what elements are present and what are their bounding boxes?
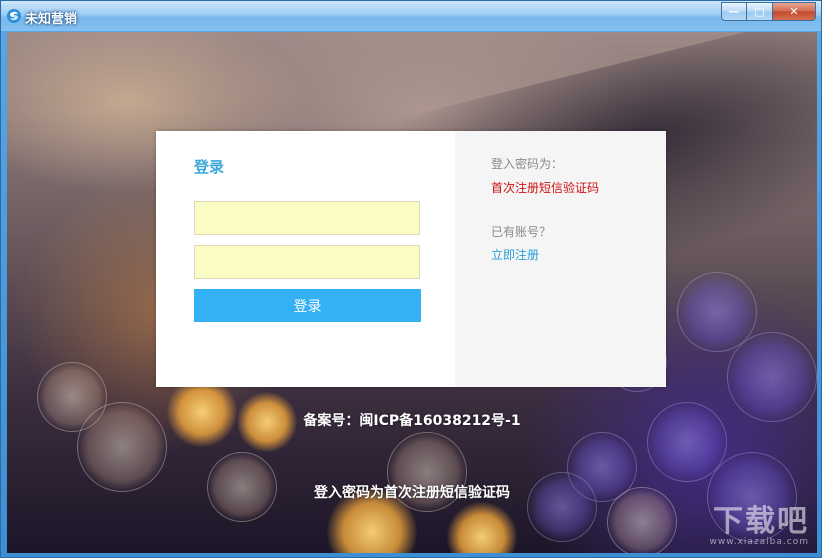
close-button[interactable]: ✕ bbox=[773, 2, 816, 21]
title-bar[interactable]: 未知营销 — □ ✕ bbox=[1, 1, 821, 31]
login-card: 登录 登录 登入密码为： 首次注册短信验证码 已有账号？ 立即注册 bbox=[156, 131, 666, 387]
maximize-icon: □ bbox=[754, 5, 765, 18]
login-button[interactable]: 登录 bbox=[194, 289, 421, 322]
password-hint-label: 登入密码为： bbox=[491, 157, 564, 171]
window-title: 未知营销 bbox=[25, 12, 78, 27]
watermark-url: www.xiazaiba.com bbox=[709, 537, 809, 547]
watermark-logo: 下载吧 bbox=[713, 504, 809, 539]
maximize-button[interactable]: □ bbox=[747, 2, 773, 21]
app-window: 未知营销 — □ ✕ 登录 登录 登入密码为： 首次注册短信验证码 已有账号？ … bbox=[0, 0, 822, 558]
password-notice: 登入密码为首次注册短信验证码 bbox=[314, 485, 510, 501]
login-info-panel: 登入密码为： 首次注册短信验证码 已有账号？ 立即注册 bbox=[455, 131, 666, 387]
background-area: 登录 登录 登入密码为： 首次注册短信验证码 已有账号？ 立即注册 备案号：闽I… bbox=[7, 32, 817, 553]
close-icon: ✕ bbox=[789, 5, 799, 18]
login-heading: 登录 bbox=[194, 158, 225, 176]
minimize-button[interactable]: — bbox=[721, 2, 747, 21]
username-input[interactable] bbox=[194, 201, 420, 235]
site-watermark: 下载吧 www.xiazaiba.com bbox=[709, 504, 809, 548]
icp-record: 备案号：闽ICP备16038212号-1 bbox=[303, 413, 521, 429]
window-controls: — □ ✕ bbox=[721, 2, 816, 21]
minimize-icon: — bbox=[728, 5, 740, 18]
account-question: 已有账号？ bbox=[491, 225, 552, 239]
register-link[interactable]: 立即注册 bbox=[491, 246, 539, 263]
password-input[interactable] bbox=[194, 245, 420, 279]
login-form: 登录 登录 bbox=[156, 131, 455, 387]
app-logo-icon bbox=[7, 9, 21, 23]
password-hint-value: 首次注册短信验证码 bbox=[491, 181, 600, 195]
